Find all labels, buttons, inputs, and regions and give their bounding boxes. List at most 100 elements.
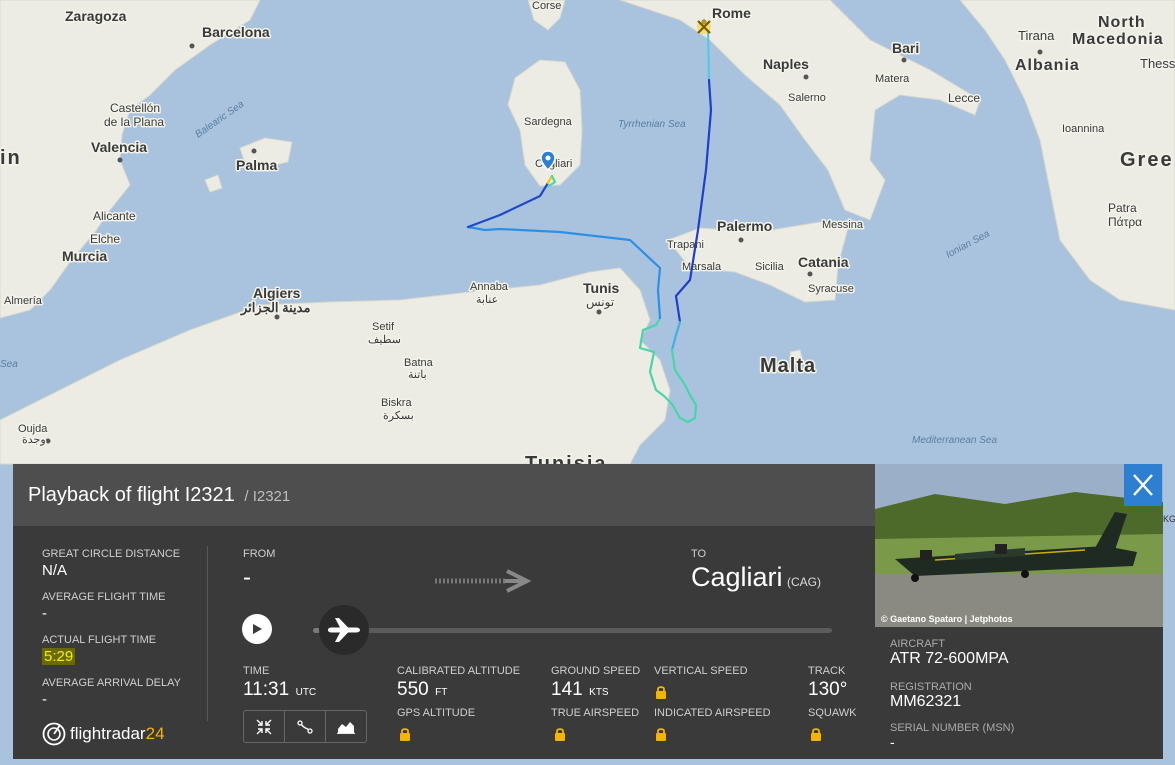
registration-block: REGISTRATION MM62321 xyxy=(890,681,972,711)
city-palermo: Palermo xyxy=(717,218,772,234)
city-batna-ar: باتنة xyxy=(408,369,427,381)
city-catania: Catania xyxy=(798,254,849,270)
playback-slider[interactable] xyxy=(313,628,832,633)
city-thess: Thess xyxy=(1140,56,1175,71)
ground-speed-unit: KTS xyxy=(589,687,609,698)
serial-block: SERIAL NUMBER (MSN) - xyxy=(890,722,1014,750)
serial-value: - xyxy=(890,734,895,750)
track-block: TRACK 130° xyxy=(808,665,847,701)
route-icon xyxy=(297,719,313,734)
country-north-macedonia-2: Macedonia xyxy=(1072,31,1164,48)
cal-alt-label: CALIBRATED ALTITUDE xyxy=(397,665,521,677)
close-button[interactable] xyxy=(1124,464,1162,506)
city-zaragoza: Zaragoza xyxy=(65,8,127,24)
region-corse: Corse xyxy=(532,0,561,12)
city-tunis: Tunis xyxy=(583,280,620,296)
city-biskra: Biskra xyxy=(381,397,412,409)
squawk-label: SQUAWK xyxy=(808,707,857,719)
route-button[interactable] xyxy=(285,711,326,742)
chart-icon xyxy=(337,721,355,734)
city-patra: Patra xyxy=(1108,201,1137,215)
city-patra-gr: Πάτρα xyxy=(1108,215,1142,229)
logo-number: 24 xyxy=(145,724,165,743)
airport-icon[interactable] xyxy=(697,20,711,34)
calibrated-altitude-block: CALIBRATED ALTITUDE 550 FT xyxy=(397,665,520,701)
city-trapani: Trapani xyxy=(667,239,704,251)
edge-text: KG xyxy=(1163,514,1175,524)
city-oujda-ar: وجدة xyxy=(22,434,46,446)
gps-altitude-block: GPS ALTITUDE xyxy=(397,707,475,719)
sea-label-left: Sea xyxy=(0,359,18,370)
great-circle-value: N/A xyxy=(42,562,68,579)
city-annaba: Annaba xyxy=(470,281,509,293)
true-airspeed-block: TRUE AIRSPEED xyxy=(551,707,639,719)
lock-icon[interactable] xyxy=(655,685,667,699)
avg-arrival-delay-block: AVERAGE ARRIVAL DELAY - xyxy=(42,677,181,708)
country-albania: Albania xyxy=(1015,57,1080,74)
indicated-airspeed-label: INDICATED AIRSPEED xyxy=(654,707,771,719)
city-ioannina: Ioannina xyxy=(1062,123,1105,135)
city-alicante: Alicante xyxy=(93,209,136,223)
to-label: TO xyxy=(691,548,707,560)
city-castellon-2: de la Plana xyxy=(104,115,164,129)
view-toggle-group xyxy=(243,710,367,743)
page-title: Playback of flight I2321 / I2321 xyxy=(28,484,290,507)
flightradar24-logo[interactable]: flightradar 24 xyxy=(42,722,165,746)
cal-alt-unit: FT xyxy=(435,687,448,698)
flight-title: Playback of flight I2321 xyxy=(28,484,235,506)
city-tunis-ar: تونس xyxy=(586,295,614,309)
panel-header: Playback of flight I2321 / I2321 xyxy=(13,464,875,526)
avg-flight-time-value: - xyxy=(42,605,47,622)
gps-alt-label: GPS ALTITUDE xyxy=(397,707,476,719)
from-block: FROM - xyxy=(243,548,275,592)
registration-label: REGISTRATION xyxy=(890,681,972,693)
city-algiers-ar: مدينة الجزائر xyxy=(240,300,310,316)
lock-icon[interactable] xyxy=(655,727,667,741)
playback-handle[interactable] xyxy=(319,605,370,655)
radar-logo-icon xyxy=(42,722,66,746)
country-spain: in xyxy=(0,147,22,169)
region-sicilia: Sicilia xyxy=(755,261,785,273)
lock-icon[interactable] xyxy=(810,727,822,741)
actual-flight-time-block: ACTUAL FLIGHT TIME 5:29 xyxy=(42,634,156,666)
city-annaba-ar: عنابة xyxy=(476,294,498,306)
from-value: - xyxy=(243,564,251,591)
collapse-button[interactable] xyxy=(244,711,285,742)
city-barcelona: Barcelona xyxy=(202,24,270,40)
city-algiers: Algiers xyxy=(253,285,301,301)
time-unit: UTC xyxy=(295,687,317,698)
city-messina: Messina xyxy=(822,219,864,231)
city-naples: Naples xyxy=(763,56,809,72)
city-lecce: Lecce xyxy=(948,91,980,105)
great-circle-label: GREAT CIRCLE DISTANCE xyxy=(42,548,181,560)
aircraft-type-block: AIRCRAFT ATR 72-600MPA xyxy=(890,638,1009,668)
city-murcia: Murcia xyxy=(62,248,107,264)
lock-icon[interactable] xyxy=(554,727,566,741)
actual-flight-time-value: 5:29 xyxy=(42,648,76,665)
city-palma: Palma xyxy=(236,157,277,173)
city-batna: Batna xyxy=(404,357,434,369)
time-label: TIME xyxy=(243,665,270,677)
city-marsala: Marsala xyxy=(682,261,722,273)
photo-credit[interactable]: © Gaetano Spataro | Jetphotos xyxy=(881,614,1013,624)
region-sardegna: Sardegna xyxy=(524,116,573,128)
flight-subtitle: / I2321 xyxy=(244,488,291,505)
aircraft-photo[interactable]: © Gaetano Spataro | Jetphotos xyxy=(875,464,1163,627)
arrow-icon xyxy=(435,569,532,593)
city-castellon: Castellón xyxy=(110,101,160,115)
city-elche: Elche xyxy=(90,232,120,246)
ground-speed-label: GROUND SPEED xyxy=(551,665,641,677)
country-malta: Malta xyxy=(760,355,816,377)
from-label: FROM xyxy=(243,548,276,560)
plane-icon xyxy=(328,618,361,642)
chart-button[interactable] xyxy=(326,711,366,742)
play-button[interactable] xyxy=(242,614,272,644)
aircraft-card: © Gaetano Spataro | Jetphotos AIRCRAFT A… xyxy=(875,464,1163,759)
squawk-block: SQUAWK xyxy=(808,707,857,719)
lock-icon[interactable] xyxy=(399,727,411,741)
city-rome: Rome xyxy=(712,5,751,21)
play-icon xyxy=(253,624,262,634)
collapse-icon xyxy=(256,719,272,734)
city-valencia: Valencia xyxy=(91,139,147,155)
actual-flight-time-label: ACTUAL FLIGHT TIME xyxy=(42,634,157,646)
